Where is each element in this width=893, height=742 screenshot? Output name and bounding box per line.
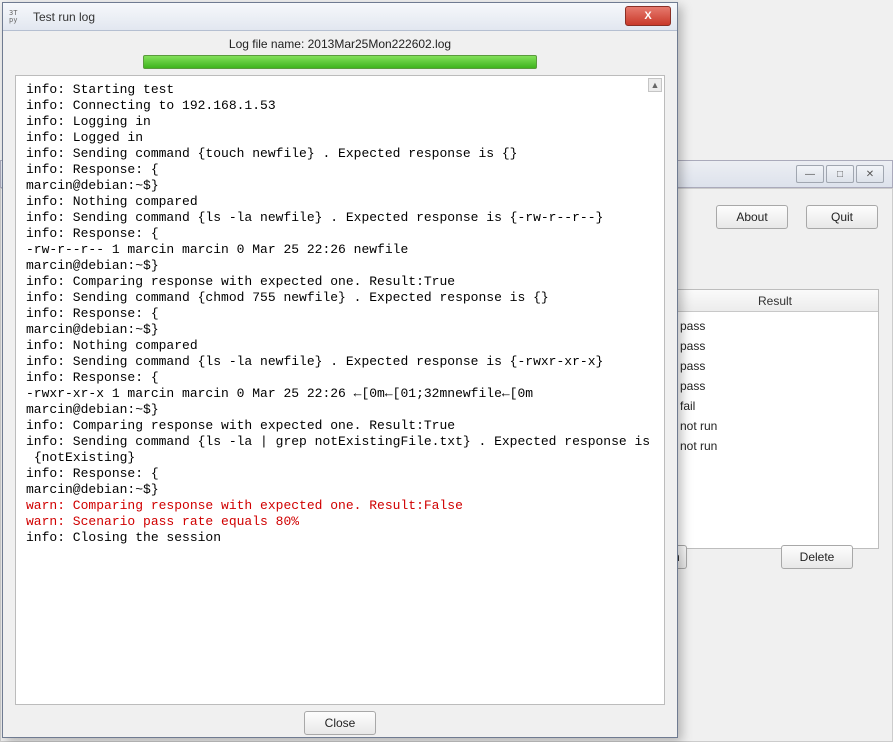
- app-icon: 3T py: [9, 8, 27, 26]
- result-item[interactable]: not run: [680, 416, 870, 436]
- dialog-title: Test run log: [33, 10, 95, 24]
- about-button[interactable]: About: [716, 205, 788, 229]
- delete-button[interactable]: Delete: [781, 545, 853, 569]
- main-close-button[interactable]: ✕: [856, 165, 884, 183]
- log-content: info: Starting test info: Connecting to …: [16, 76, 664, 552]
- result-item[interactable]: not run: [680, 436, 870, 456]
- minimize-button[interactable]: —: [796, 165, 824, 183]
- dialog-titlebar: 3T py Test run log X: [3, 3, 677, 31]
- result-item[interactable]: pass: [680, 336, 870, 356]
- results-header: Result: [672, 290, 878, 312]
- maximize-button[interactable]: □: [826, 165, 854, 183]
- close-button[interactable]: Close: [304, 711, 376, 735]
- scroll-up-icon[interactable]: ▲: [648, 78, 662, 92]
- result-item[interactable]: fail: [680, 396, 870, 416]
- result-item[interactable]: pass: [680, 316, 870, 336]
- log-dialog: 3T py Test run log X Log file name: 2013…: [2, 2, 678, 738]
- quit-button[interactable]: Quit: [806, 205, 878, 229]
- log-filename-label: Log file name: 2013Mar25Mon222602.log: [3, 31, 677, 51]
- result-item[interactable]: pass: [680, 376, 870, 396]
- results-panel: Result passpasspasspassfailnot runnot ru…: [671, 289, 879, 549]
- log-textarea[interactable]: ▲ info: Starting test info: Connecting t…: [15, 75, 665, 705]
- results-list: passpasspasspassfailnot runnot run: [672, 312, 878, 460]
- progress-bar: [143, 55, 537, 69]
- dialog-close-button[interactable]: X: [625, 6, 671, 26]
- result-item[interactable]: pass: [680, 356, 870, 376]
